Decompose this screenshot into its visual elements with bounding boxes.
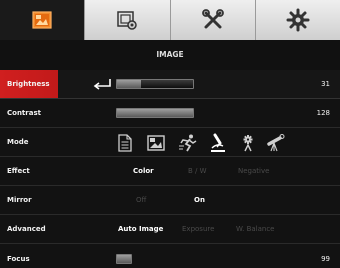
focus-value: 99 [321, 254, 330, 263]
focus-label: Focus [7, 254, 30, 263]
contrast-label: Contrast [7, 109, 41, 117]
brightness-value: 31 [321, 80, 330, 88]
brightness-label: Brightness [7, 80, 50, 88]
row-brightness[interactable]: Brightness 31 [0, 70, 340, 99]
focus-slider[interactable] [116, 253, 132, 264]
picture-icon[interactable] [146, 133, 166, 153]
brightness-slider-fill [117, 80, 141, 88]
mirror-label: Mirror [7, 196, 32, 204]
contrast-slider[interactable] [116, 108, 194, 118]
row-focus[interactable]: Focus 99 [0, 244, 340, 268]
tools-icon [201, 9, 224, 29]
sports-icon[interactable] [178, 133, 198, 153]
image-settings-icon [32, 11, 52, 29]
effect-option-bw[interactable]: B / W [188, 167, 207, 175]
gear-icon [286, 8, 310, 32]
row-contrast[interactable]: Contrast 128 [0, 99, 340, 128]
tab-camera[interactable] [85, 0, 171, 40]
mode-label: Mode [7, 138, 29, 146]
document-icon[interactable] [115, 133, 135, 153]
advanced-label: Advanced [7, 225, 46, 233]
tab-bar [0, 0, 340, 40]
effect-option-color[interactable]: Color [133, 167, 154, 175]
row-mode[interactable]: Mode [0, 128, 340, 157]
telescope-icon[interactable] [266, 133, 286, 153]
tab-image[interactable] [0, 0, 86, 40]
effect-label: Effect [7, 167, 30, 175]
contrast-slider-fill [117, 109, 193, 117]
focus-slider-fill [117, 254, 131, 263]
section-title: IMAGE [156, 50, 184, 59]
brightness-slider[interactable] [116, 79, 194, 89]
camera-settings-icon [117, 11, 138, 30]
mirror-option-on[interactable]: On [194, 196, 205, 204]
microscope-icon[interactable] [208, 133, 228, 153]
row-effect[interactable]: Effect Color B / W Negative [0, 157, 340, 186]
advanced-option-auto-image[interactable]: Auto Image [118, 225, 163, 233]
row-mirror[interactable]: Mirror Off On [0, 186, 340, 215]
advanced-option-exposure[interactable]: Exposure [182, 225, 214, 233]
tab-settings[interactable] [255, 0, 340, 40]
effect-option-negative[interactable]: Negative [238, 167, 269, 175]
enter-icon [93, 79, 111, 90]
row-advanced[interactable]: Advanced Auto Image Exposure W. Balance [0, 215, 340, 244]
contrast-value: 128 [316, 109, 330, 117]
tab-tools[interactable] [170, 0, 256, 40]
mirror-option-off[interactable]: Off [136, 196, 146, 204]
gear-mode-icon[interactable] [238, 133, 258, 153]
advanced-option-white-balance[interactable]: W. Balance [236, 225, 275, 233]
